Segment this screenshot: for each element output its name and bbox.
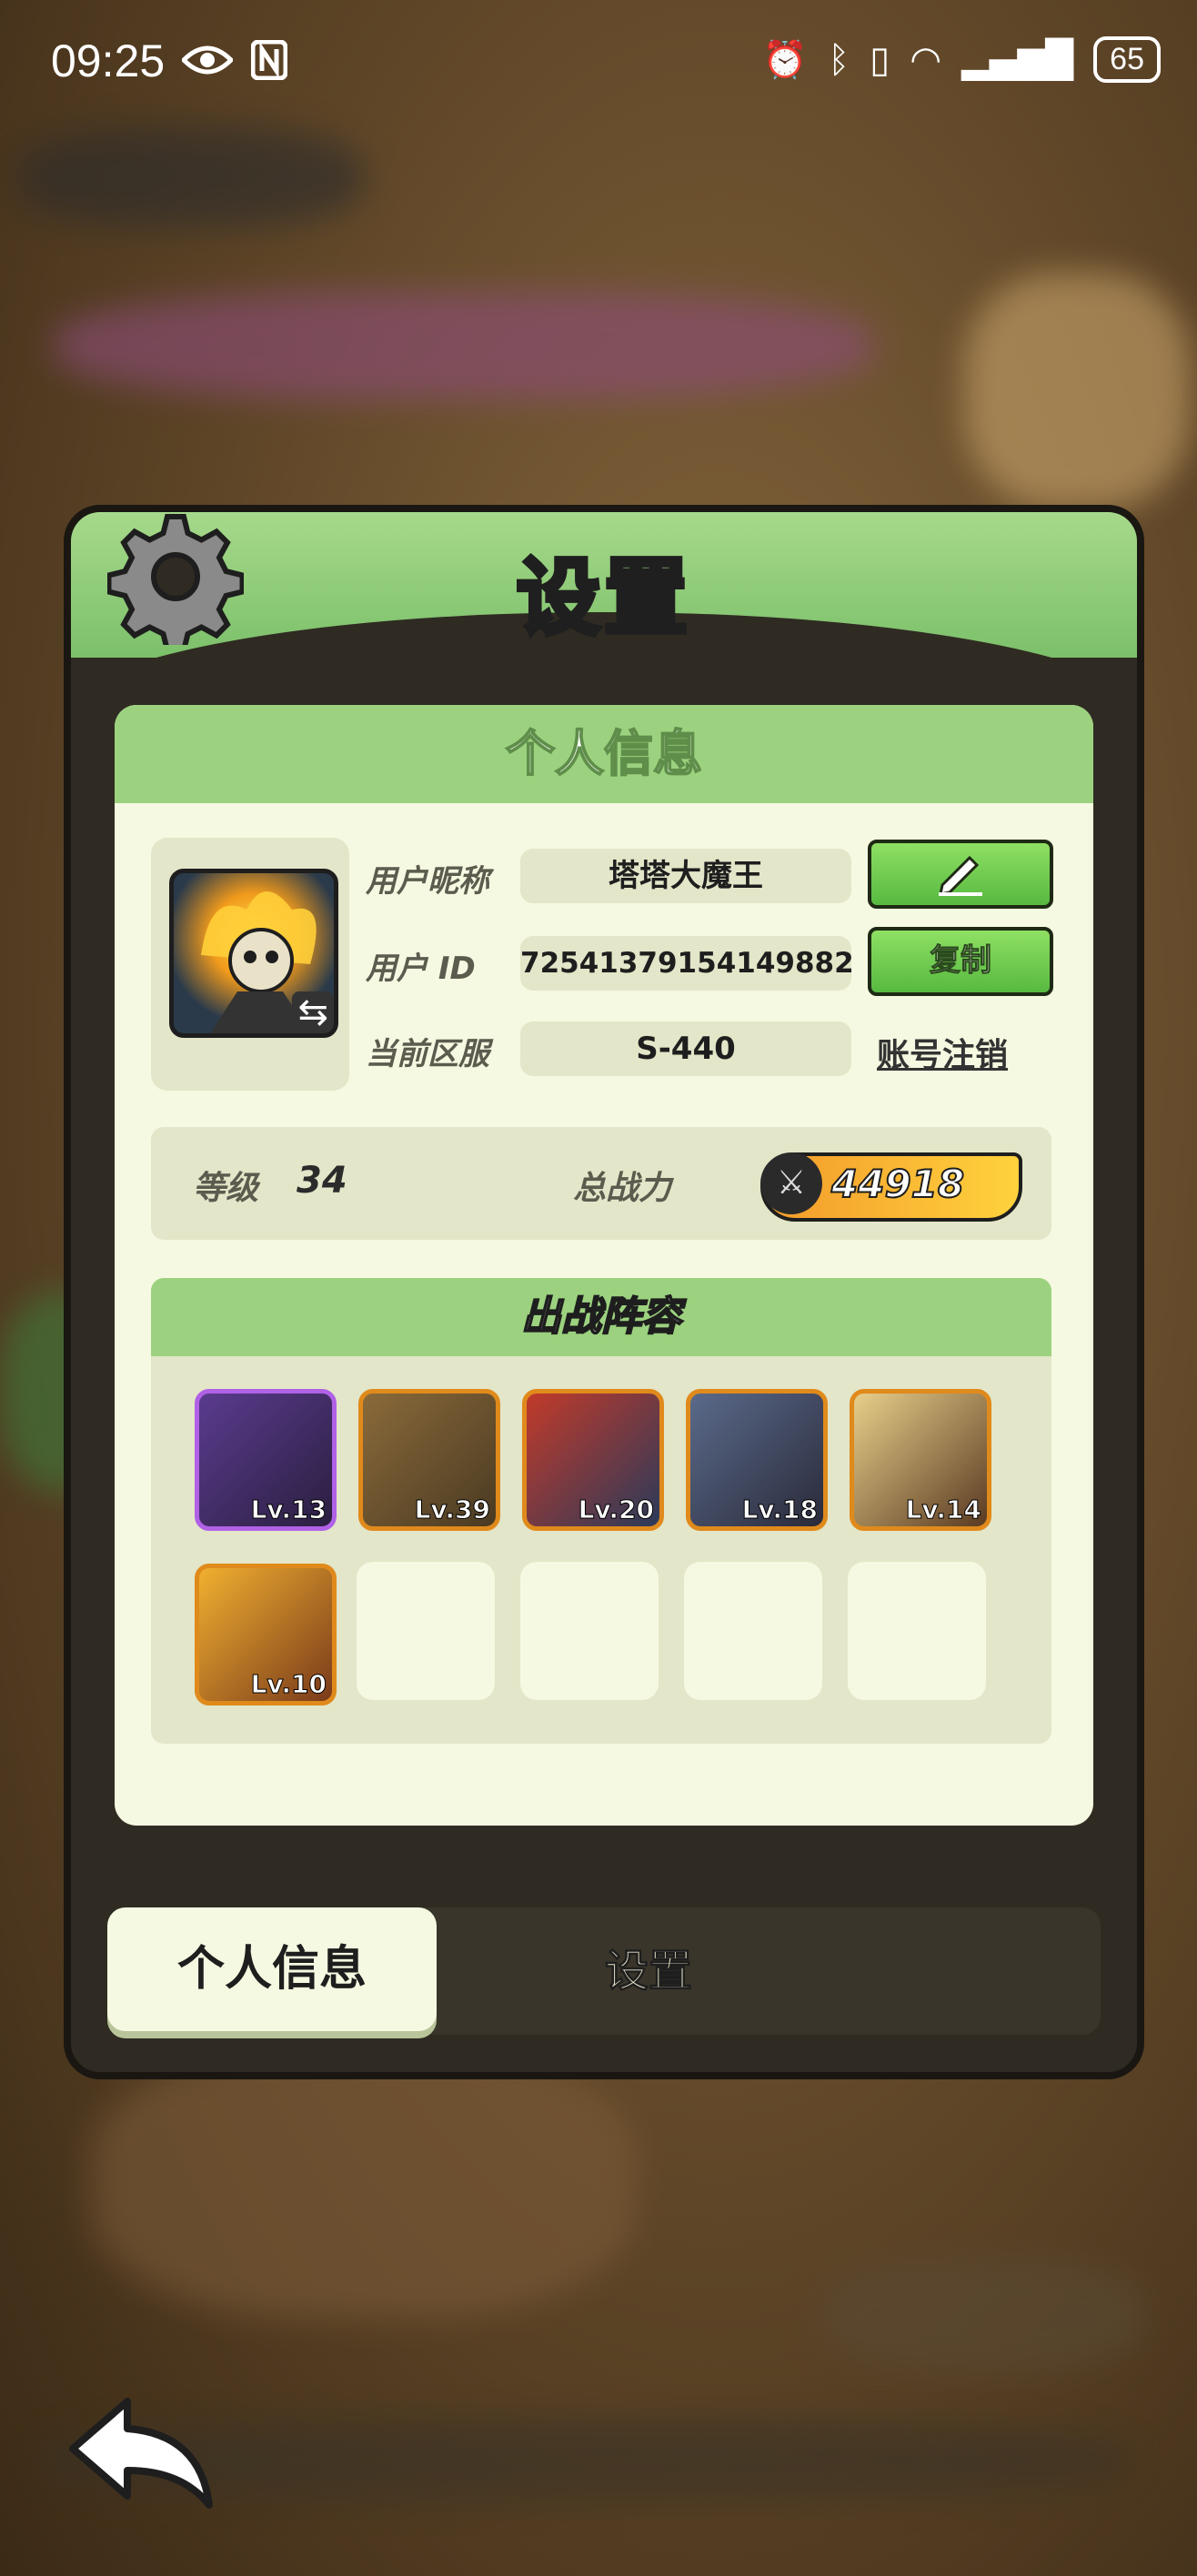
- power-value: 44918: [830, 1161, 965, 1207]
- empty-hero-slot[interactable]: [848, 1562, 986, 1700]
- avatar-frame: ⇆: [151, 838, 349, 1091]
- avatar[interactable]: ⇆: [169, 869, 338, 1038]
- user-id-label: 用户 ID: [366, 951, 476, 987]
- wifi-icon: ◠: [910, 38, 942, 81]
- hero-level: Lv.10: [250, 1669, 327, 1700]
- nickname-field: 塔塔大魔王: [520, 849, 851, 903]
- pencil-icon: [939, 855, 982, 896]
- status-bar: 09:25 ⏰ ᛒ ▯ ◠ ▂▄▆█ 65: [0, 0, 1197, 127]
- hero-slot[interactable]: Lv.14: [850, 1389, 991, 1531]
- settings-dialog: 设置 个人信息 ⇆ 用户昵称 塔塔大魔王 用户 ID 7254137915414…: [64, 505, 1144, 2079]
- stats-bar: 等级 34 总战力 ⚔ 44918: [151, 1127, 1051, 1240]
- eye-icon: [182, 45, 233, 75]
- tab-personal-info[interactable]: 个人信息: [107, 1907, 437, 2031]
- dialog-title: 设置: [514, 548, 691, 649]
- edit-nickname-button[interactable]: [868, 840, 1053, 909]
- power-label: 总战力: [573, 1170, 672, 1207]
- server-label: 当前区服: [366, 1036, 489, 1072]
- vibrate-icon: ▯: [870, 38, 890, 81]
- team-lineup-box: 出战阵容 Lv.13 Lv.39 Lv.20 Lv.18 Lv.14 Lv.10: [151, 1278, 1051, 1744]
- level-value: 34: [297, 1160, 347, 1202]
- alarm-icon: ⏰: [762, 38, 809, 81]
- nickname-label: 用户昵称: [366, 863, 489, 900]
- user-id-field: 72541379154149882: [520, 936, 854, 991]
- swap-avatar-icon[interactable]: ⇆: [292, 991, 334, 1033]
- hero-level: Lv.20: [578, 1494, 654, 1525]
- battery-indicator: 65: [1093, 36, 1161, 83]
- crossed-swords-icon: ⚔: [760, 1152, 822, 1214]
- signal-4g-icon: ▂▄▆█: [961, 38, 1074, 81]
- level-label: 等级: [193, 1170, 259, 1207]
- personal-info-card: 个人信息 ⇆ 用户昵称 塔塔大魔王 用户 ID 7254137915414988…: [115, 705, 1093, 1826]
- empty-hero-slot[interactable]: [684, 1562, 822, 1700]
- hero-slot[interactable]: Lv.18: [686, 1389, 828, 1531]
- tab-settings[interactable]: 设置: [535, 1907, 762, 2035]
- section-title: 个人信息: [115, 705, 1093, 803]
- empty-hero-slot[interactable]: [520, 1562, 659, 1700]
- power-badge: ⚔ 44918: [760, 1152, 1022, 1222]
- hero-level: Lv.18: [741, 1494, 818, 1525]
- nfc-icon: [251, 40, 287, 80]
- team-title: 出战阵容: [151, 1278, 1051, 1356]
- back-arrow-icon[interactable]: [64, 2392, 218, 2511]
- empty-hero-slot[interactable]: [357, 1562, 495, 1700]
- bluetooth-icon: ᛒ: [828, 38, 850, 81]
- hero-slot[interactable]: Lv.20: [522, 1389, 664, 1531]
- hero-slot[interactable]: Lv.10: [195, 1564, 337, 1706]
- hero-slot[interactable]: Lv.39: [358, 1389, 500, 1531]
- server-field: S-440: [520, 1021, 851, 1076]
- dialog-tabs: 个人信息 设置: [107, 1907, 1101, 2035]
- hero-slot[interactable]: Lv.13: [195, 1389, 337, 1531]
- hero-level: Lv.39: [414, 1494, 490, 1525]
- hero-level: Lv.14: [905, 1494, 981, 1525]
- copy-id-button[interactable]: 复制: [868, 927, 1053, 996]
- deregister-account-link[interactable]: 账号注销: [877, 1029, 1008, 1076]
- hero-level: Lv.13: [250, 1494, 327, 1525]
- status-time: 09:25: [51, 35, 166, 86]
